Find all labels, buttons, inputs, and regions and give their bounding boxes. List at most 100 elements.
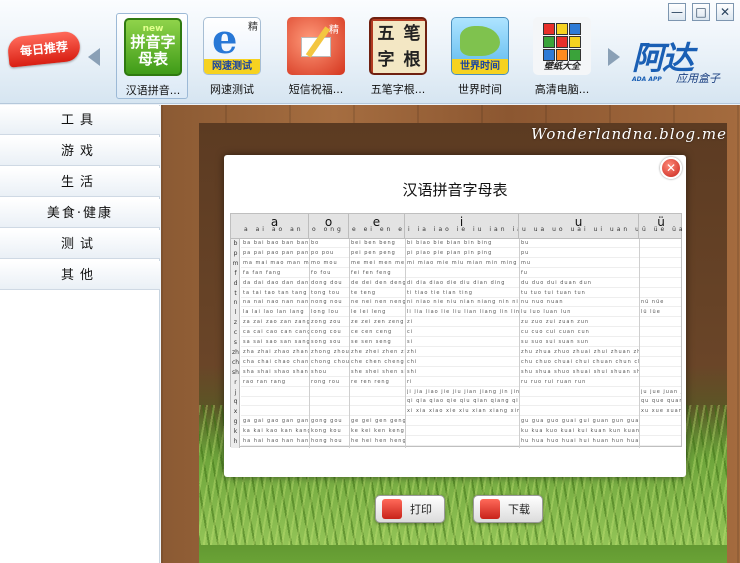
brand-sub-cn: 应用盒子 <box>676 72 720 85</box>
table-cell: sha shai shao shan shang <box>243 368 309 375</box>
table-cell <box>641 290 681 297</box>
table-cell: ju jue juan jun <box>641 388 681 395</box>
initial-label: ch <box>231 358 240 366</box>
table-cell: de dei den deng <box>351 279 405 286</box>
app-wubi-radicals[interactable]: 五 笔 字 根 五笔字根... <box>362 13 434 99</box>
table-cell: qu que quan qun <box>641 398 681 405</box>
header-group-v: ü ü üe üan ün <box>642 215 683 233</box>
table-cell: ha hai hao han hang <box>243 438 309 444</box>
table-cell: zong zou <box>311 319 342 326</box>
globe-icon: 世界时间 <box>451 17 509 75</box>
table-cell: rao ran rang <box>243 378 287 385</box>
sidebar-item-games[interactable]: 游戏 <box>0 137 160 166</box>
table-cell <box>407 270 519 277</box>
table-cell: cu cuo cui cuan cun <box>521 329 590 336</box>
app-sms-greetings[interactable]: 精 短信祝福... <box>280 13 352 99</box>
table-row: sha shai shao shan shangshou she shei she… <box>241 368 681 377</box>
table-row: cha chai chao chan changchong chouche ch… <box>241 358 681 367</box>
table-cell: mo mou <box>311 259 338 266</box>
table-cell: se sen seng <box>351 339 392 345</box>
sms-icon: 精 <box>287 17 345 75</box>
app-label: 世界时间 <box>458 83 502 96</box>
table-cell: ba bai bao ban bang <box>243 240 309 246</box>
download-button[interactable]: 下载 <box>473 495 543 523</box>
table-cell <box>641 329 681 336</box>
table-cell: nong nou <box>311 299 343 306</box>
table-row: na nai nao nan nang nong nou ne nei nen ne… <box>241 298 681 308</box>
pinyin-chart-panel: 汉语拼音字母表 ✕ a a ai ao an ang o o ong ou e … <box>224 155 686 477</box>
sidebar-item-life[interactable]: 生活 <box>0 168 160 197</box>
world-icon-text: 世界时间 <box>452 59 508 74</box>
app-hd-wallpaper[interactable]: 壁纸大全 高清电脑... <box>526 13 598 99</box>
sidebar-item-other[interactable]: 其他 <box>0 261 160 290</box>
table-cell: mi miao mie miu mian min ming <box>407 259 518 266</box>
close-icon[interactable]: ✕ <box>660 157 682 179</box>
app-carousel: new 拼音字母表 汉语拼音... e 精 网速测试 网速测试 精 短信祝福..… <box>116 13 596 101</box>
close-window-button[interactable]: ✕ <box>716 3 734 21</box>
table-cell: he hei hen heng <box>351 438 405 444</box>
table-row: rao ran rang rong rou re ren reng ri ru ruo … <box>241 378 681 387</box>
table-cell: shou <box>311 368 328 375</box>
table-cell: sa sai sao san sang <box>243 339 309 345</box>
print-button[interactable]: 打印 <box>375 495 445 523</box>
app-world-time[interactable]: 世界时间 世界时间 <box>444 13 516 99</box>
table-row: fa fan fang fo fou fei fen feng fu <box>241 269 681 278</box>
table-cell: pei pen peng <box>351 249 396 256</box>
table-cell <box>641 359 681 366</box>
sidebar-item-tools[interactable]: 工具 <box>0 106 160 135</box>
watermark: Wonderlandna.blog.me <box>531 125 728 143</box>
scroll-right-arrow-icon[interactable] <box>608 48 620 66</box>
table-cell <box>311 389 349 396</box>
app-label: 汉语拼音... <box>125 84 181 97</box>
table-cell: hong hou <box>311 438 343 444</box>
initial-label: h <box>233 438 238 445</box>
sidebar-item-test[interactable]: 测试 <box>0 230 160 259</box>
table-cell: hu hua huo huai hui huan hun huang <box>521 438 639 444</box>
table-cell <box>641 240 681 247</box>
table-row: pa pai pao pan pang po pou pei pen peng pi … <box>241 249 681 258</box>
table-cell: te teng <box>351 289 377 296</box>
brand-logo: 阿达 ADA APP 应用盒子 <box>632 38 732 88</box>
table-cell: ku kua kuo kuai kui kuan kun kuang <box>521 428 639 435</box>
initial-label: j <box>234 388 237 396</box>
table-cell: lu luo luan lun <box>521 309 572 316</box>
table-cell: la lai lao lan lang <box>243 309 305 316</box>
download-arrow-icon <box>480 499 500 519</box>
pinyin-icon: new 拼音字母表 <box>124 18 182 76</box>
app-speed-test[interactable]: e 精 网速测试 网速测试 <box>196 13 268 99</box>
table-cell: si <box>407 339 413 345</box>
printer-icon <box>382 499 402 519</box>
table-cell <box>311 408 349 415</box>
table-row: xi xia xiao xie xiu xian xiang xin xing … <box>241 407 681 417</box>
table-row: la lai lao lan lang long lou le lei leng li… <box>241 308 681 318</box>
app-label: 高清电脑... <box>534 83 590 96</box>
initial-label: k <box>233 428 238 436</box>
table-cell <box>641 438 681 445</box>
maximize-button[interactable]: □ <box>692 3 710 21</box>
table-cell <box>641 260 681 267</box>
table-cell: zhe zhei zhen zheng <box>351 348 405 355</box>
sidebar-item-food-health[interactable]: 美食·健康 <box>0 199 160 228</box>
table-cell: mu <box>521 259 532 266</box>
wubi-cell: 五 <box>373 21 399 47</box>
table-cell <box>521 389 639 396</box>
scroll-left-arrow-icon[interactable] <box>88 48 100 66</box>
table-cell <box>641 349 681 356</box>
table-row: ca cai cao can cang cong cou ce cen ceng ci… <box>241 328 681 338</box>
table-cell <box>243 408 309 415</box>
minimize-button[interactable]: — <box>668 3 686 21</box>
table-cell: che chen cheng <box>351 358 405 365</box>
table-cell <box>351 408 405 415</box>
table-row: ta tai tao tan tang tong tou te teng ti tia… <box>241 289 681 298</box>
print-label: 打印 <box>410 503 432 516</box>
initial-label: q <box>233 398 238 406</box>
daily-recommend-badge[interactable]: 每日推荐 <box>6 30 82 68</box>
table-cell: dong dou <box>311 279 343 286</box>
table-cell: xi xia xiao xie xiu xian xiang xin xing … <box>407 408 519 415</box>
table-cell: qi qia qiao qie qiu qian qiang qin qing … <box>407 398 519 405</box>
content-area: Wonderlandna.blog.me 汉语拼音字母表 ✕ a a ai ao… <box>161 105 740 563</box>
download-label: 下载 <box>508 503 530 516</box>
app-pinyin-chart[interactable]: new 拼音字母表 汉语拼音... <box>116 13 188 99</box>
wallpaper-icon-text: 壁纸大全 <box>543 62 580 72</box>
table-cell: she shei shen sheng <box>351 368 405 375</box>
